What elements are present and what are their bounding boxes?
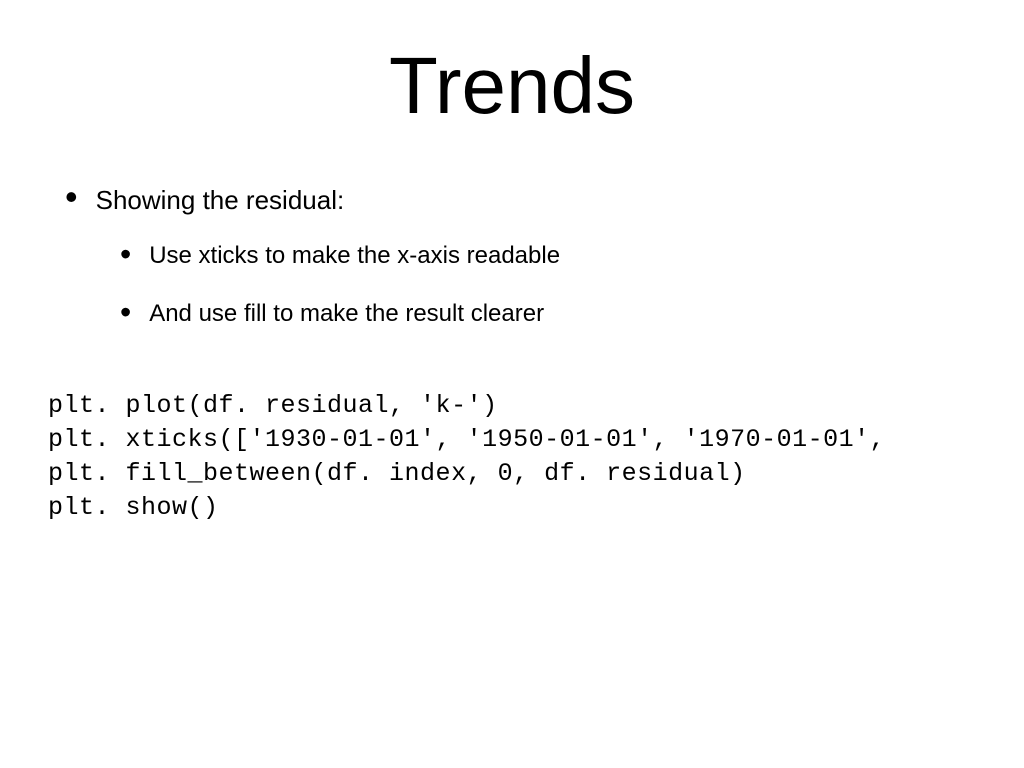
bullet-text: Showing the residual: bbox=[96, 182, 345, 216]
list-item: • Use xticks to make the x-axis readable bbox=[120, 241, 1024, 271]
bullet-icon: • bbox=[120, 301, 131, 323]
code-line: plt. xticks(['1930-01-01', '1950-01-01',… bbox=[48, 425, 885, 454]
bullet-text: Use xticks to make the x-axis readable bbox=[149, 241, 560, 271]
bullet-icon: • bbox=[120, 243, 131, 265]
main-bullet-list: • Showing the residual: • Use xticks to … bbox=[0, 182, 1024, 329]
code-line: plt. plot(df. residual, 'k-') bbox=[48, 391, 498, 420]
sub-list-container: • Use xticks to make the x-axis readable… bbox=[65, 241, 1024, 329]
code-line: plt. fill_between(df. index, 0, df. resi… bbox=[48, 459, 746, 488]
slide-content: Trends • Showing the residual: • Use xti… bbox=[0, 0, 1024, 768]
code-block: plt. plot(df. residual, 'k-') plt. xtick… bbox=[0, 389, 1024, 525]
list-item: • And use fill to make the result cleare… bbox=[120, 299, 1024, 329]
bullet-icon: • bbox=[65, 184, 78, 210]
list-item: • Showing the residual: bbox=[65, 182, 1024, 216]
slide-title: Trends bbox=[0, 0, 1024, 182]
bullet-text: And use fill to make the result clearer bbox=[149, 299, 544, 329]
code-line: plt. show() bbox=[48, 493, 219, 522]
sub-bullet-list: • Use xticks to make the x-axis readable… bbox=[65, 241, 1024, 329]
